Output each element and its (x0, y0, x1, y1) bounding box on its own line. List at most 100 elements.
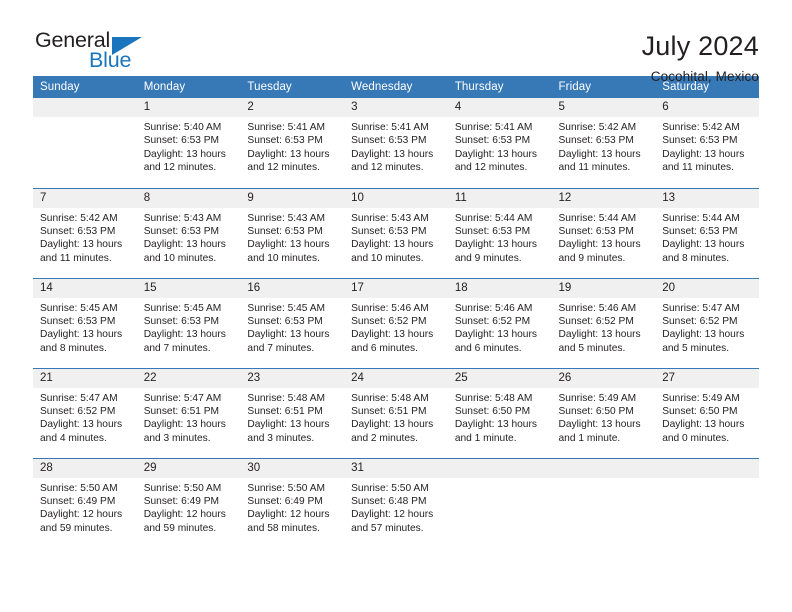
calendar-day-cell[interactable]: 12 Sunrise: 5:44 AM Sunset: 6:53 PM Dayligh… (551, 187, 656, 278)
calendar-day-cell[interactable]: 19 Sunrise: 5:46 AM Sunset: 6:52 PM Dayligh… (551, 277, 656, 368)
daylight-text-line2: and 10 minutes. (351, 252, 424, 264)
daylight-text-line2: and 5 minutes. (662, 342, 730, 354)
daylight-text-line1: Daylight: 12 hours (351, 509, 434, 521)
calendar-day-cell[interactable]: 29 Sunrise: 5:50 AM Sunset: 6:49 PM Dayligh… (136, 457, 241, 548)
calendar-day-cell[interactable]: 20 Sunrise: 5:47 AM Sunset: 6:52 PM Dayligh… (655, 277, 759, 368)
sunrise-text: Sunrise: 5:44 AM (662, 212, 740, 224)
calendar-day-cell[interactable]: 24 Sunrise: 5:48 AM Sunset: 6:51 PM Dayligh… (344, 367, 448, 458)
sunset-text: Sunset: 6:53 PM (662, 225, 738, 237)
calendar-day-cell[interactable]: 7 Sunrise: 5:42 AM Sunset: 6:53 PM Daylight… (33, 187, 137, 278)
sunset-text: Sunset: 6:50 PM (662, 405, 738, 417)
calendar-day-cell[interactable]: 25 Sunrise: 5:48 AM Sunset: 6:50 PM Dayligh… (447, 367, 552, 458)
calendar-day-cell[interactable]: 8 Sunrise: 5:43 AM Sunset: 6:53 PM Daylight… (136, 187, 241, 278)
day-details: Sunrise: 5:46 AM Sunset: 6:52 PM Daylight:… (344, 298, 448, 356)
sunset-text: Sunset: 6:53 PM (247, 225, 323, 237)
calendar-day-cell[interactable]: 1 Sunrise: 5:40 AM Sunset: 6:53 PM Daylight… (136, 98, 241, 188)
calendar-empty-cell (551, 457, 656, 548)
day-details: Sunrise: 5:45 AM Sunset: 6:53 PM Daylight:… (240, 298, 344, 356)
sunrise-text: Sunrise: 5:41 AM (351, 122, 429, 133)
sunset-text: Sunset: 6:53 PM (40, 225, 116, 237)
sunrise-text: Sunrise: 5:48 AM (351, 392, 429, 404)
sunrise-text: Sunrise: 5:47 AM (143, 392, 222, 404)
calendar-day-cell[interactable]: 13 Sunrise: 5:44 AM Sunset: 6:53 PM Dayligh… (655, 187, 759, 278)
calendar-day-cell[interactable]: 11 Sunrise: 5:44 AM Sunset: 6:53 PM Dayligh… (447, 187, 552, 278)
day-number: 14 (33, 278, 137, 298)
sunset-text: Sunset: 6:53 PM (351, 135, 427, 147)
page-header: General Blue July 2024 Cocohital, Mexico (33, 0, 759, 84)
day-details: Sunrise: 5:50 AM Sunset: 6:49 PM Daylight:… (137, 478, 241, 536)
calendar-day-cell[interactable]: 15 Sunrise: 5:45 AM Sunset: 6:53 PM Dayligh… (136, 277, 241, 368)
calendar-day-cell[interactable]: 26 Sunrise: 5:49 AM Sunset: 6:50 PM Dayligh… (551, 367, 656, 458)
calendar-day-cell[interactable]: 31 Sunrise: 5:50 AM Sunset: 6:48 PM Dayligh… (344, 457, 448, 548)
calendar-day-cell[interactable]: 3 Sunrise: 5:41 AM Sunset: 6:53 PM Daylight… (344, 98, 448, 188)
daylight-text-line2: and 12 minutes. (247, 162, 320, 174)
calendar-day-cell[interactable]: 2 Sunrise: 5:41 AM Sunset: 6:53 PM Daylight… (240, 98, 345, 188)
day-number: 24 (344, 368, 448, 388)
calendar-day-cell[interactable]: 16 Sunrise: 5:45 AM Sunset: 6:53 PM Dayligh… (240, 277, 345, 368)
calendar-day-cell[interactable]: 21 Sunrise: 5:47 AM Sunset: 6:52 PM Dayligh… (33, 367, 137, 458)
sunrise-text: Sunrise: 5:46 AM (558, 302, 637, 314)
sunrise-text: Sunrise: 5:50 AM (351, 482, 429, 494)
day-number: 23 (240, 368, 345, 388)
sunset-text: Sunset: 6:53 PM (662, 135, 738, 147)
daylight-text-line1: Daylight: 13 hours (454, 329, 537, 341)
sunrise-text: Sunrise: 5:49 AM (662, 392, 740, 404)
calendar-day-cell[interactable]: 23 Sunrise: 5:48 AM Sunset: 6:51 PM Dayligh… (240, 367, 345, 458)
calendar-day-cell[interactable]: 28 Sunrise: 5:50 AM Sunset: 6:49 PM Dayligh… (33, 457, 137, 548)
sunrise-text: Sunrise: 5:42 AM (558, 122, 637, 133)
daylight-text-line1: Daylight: 13 hours (558, 419, 641, 431)
day-details: Sunrise: 5:44 AM Sunset: 6:53 PM Daylight:… (655, 208, 759, 266)
day-details: Sunrise: 5:44 AM Sunset: 6:53 PM Daylight:… (552, 208, 656, 266)
daylight-text-line1: Daylight: 13 hours (247, 419, 330, 431)
day-details: Sunrise: 5:49 AM Sunset: 6:50 PM Daylight:… (552, 388, 656, 446)
calendar-week-row: 7 Sunrise: 5:42 AM Sunset: 6:53 PM Daylight… (33, 187, 759, 278)
sunrise-text: Sunrise: 5:45 AM (143, 302, 222, 314)
calendar-day-cell[interactable]: 5 Sunrise: 5:42 AM Sunset: 6:53 PM Daylight… (551, 98, 656, 188)
calendar-week-row: 21 Sunrise: 5:47 AM Sunset: 6:52 PM Dayligh… (33, 367, 759, 458)
day-number: 16 (240, 278, 345, 298)
sunset-text: Sunset: 6:51 PM (247, 405, 323, 417)
calendar-day-cell[interactable]: 4 Sunrise: 5:41 AM Sunset: 6:53 PM Daylight… (447, 98, 552, 188)
calendar-day-cell[interactable]: 30 Sunrise: 5:50 AM Sunset: 6:49 PM Dayligh… (240, 457, 345, 548)
calendar-day-cell[interactable]: 10 Sunrise: 5:43 AM Sunset: 6:53 PM Dayligh… (344, 187, 448, 278)
sunset-text: Sunset: 6:52 PM (40, 405, 116, 417)
day-number: 17 (344, 278, 448, 298)
day-number: 25 (447, 368, 552, 388)
sunset-text: Sunset: 6:53 PM (40, 315, 116, 327)
daylight-text-line1: Daylight: 13 hours (454, 419, 537, 431)
sunrise-text: Sunrise: 5:47 AM (40, 392, 118, 404)
daylight-text-line1: Daylight: 12 hours (143, 509, 226, 521)
sunset-text: Sunset: 6:53 PM (143, 135, 220, 147)
logo-text-blue: Blue (89, 48, 132, 72)
sunset-text: Sunset: 6:52 PM (351, 315, 427, 327)
calendar-day-cell[interactable]: 6 Sunrise: 5:42 AM Sunset: 6:53 PM Daylight… (655, 98, 759, 188)
daylight-text-line1: Daylight: 13 hours (558, 239, 641, 251)
day-details: Sunrise: 5:42 AM Sunset: 6:53 PM Daylight:… (552, 117, 656, 175)
calendar-day-cell[interactable]: 18 Sunrise: 5:46 AM Sunset: 6:52 PM Dayligh… (447, 277, 552, 368)
general-blue-logo[interactable]: General Blue (33, 29, 163, 78)
sunset-text: Sunset: 6:53 PM (351, 225, 427, 237)
sunrise-text: Sunrise: 5:40 AM (143, 122, 222, 133)
daylight-text-line2: and 4 minutes. (40, 432, 107, 444)
calendar-body: 1 Sunrise: 5:40 AM Sunset: 6:53 PM Daylight… (33, 98, 759, 548)
day-number: 26 (551, 368, 656, 388)
calendar-day-cell[interactable]: 22 Sunrise: 5:47 AM Sunset: 6:51 PM Dayligh… (136, 367, 241, 458)
daylight-text-line1: Daylight: 13 hours (143, 419, 226, 431)
calendar-day-cell[interactable]: 14 Sunrise: 5:45 AM Sunset: 6:53 PM Dayligh… (33, 277, 137, 368)
calendar-day-cell[interactable]: 9 Sunrise: 5:43 AM Sunset: 6:53 PM Daylight… (240, 187, 345, 278)
sunset-text: Sunset: 6:50 PM (558, 405, 634, 417)
sunrise-text: Sunrise: 5:50 AM (247, 482, 325, 494)
daylight-text-line1: Daylight: 13 hours (351, 239, 434, 251)
day-details: Sunrise: 5:47 AM Sunset: 6:51 PM Daylight:… (137, 388, 241, 446)
day-number: 10 (344, 188, 448, 208)
daylight-text-line2: and 57 minutes. (351, 522, 424, 534)
calendar-day-cell[interactable]: 27 Sunrise: 5:49 AM Sunset: 6:50 PM Dayligh… (655, 367, 759, 458)
sunset-text: Sunset: 6:53 PM (558, 135, 634, 147)
calendar-day-cell[interactable]: 17 Sunrise: 5:46 AM Sunset: 6:52 PM Dayligh… (344, 277, 448, 368)
day-number: 11 (447, 188, 552, 208)
sunset-text: Sunset: 6:53 PM (247, 315, 323, 327)
day-number: 1 (136, 98, 241, 117)
sunrise-text: Sunrise: 5:50 AM (40, 482, 118, 494)
sunrise-text: Sunrise: 5:45 AM (40, 302, 118, 314)
weekday-header-monday: Monday (136, 76, 241, 98)
